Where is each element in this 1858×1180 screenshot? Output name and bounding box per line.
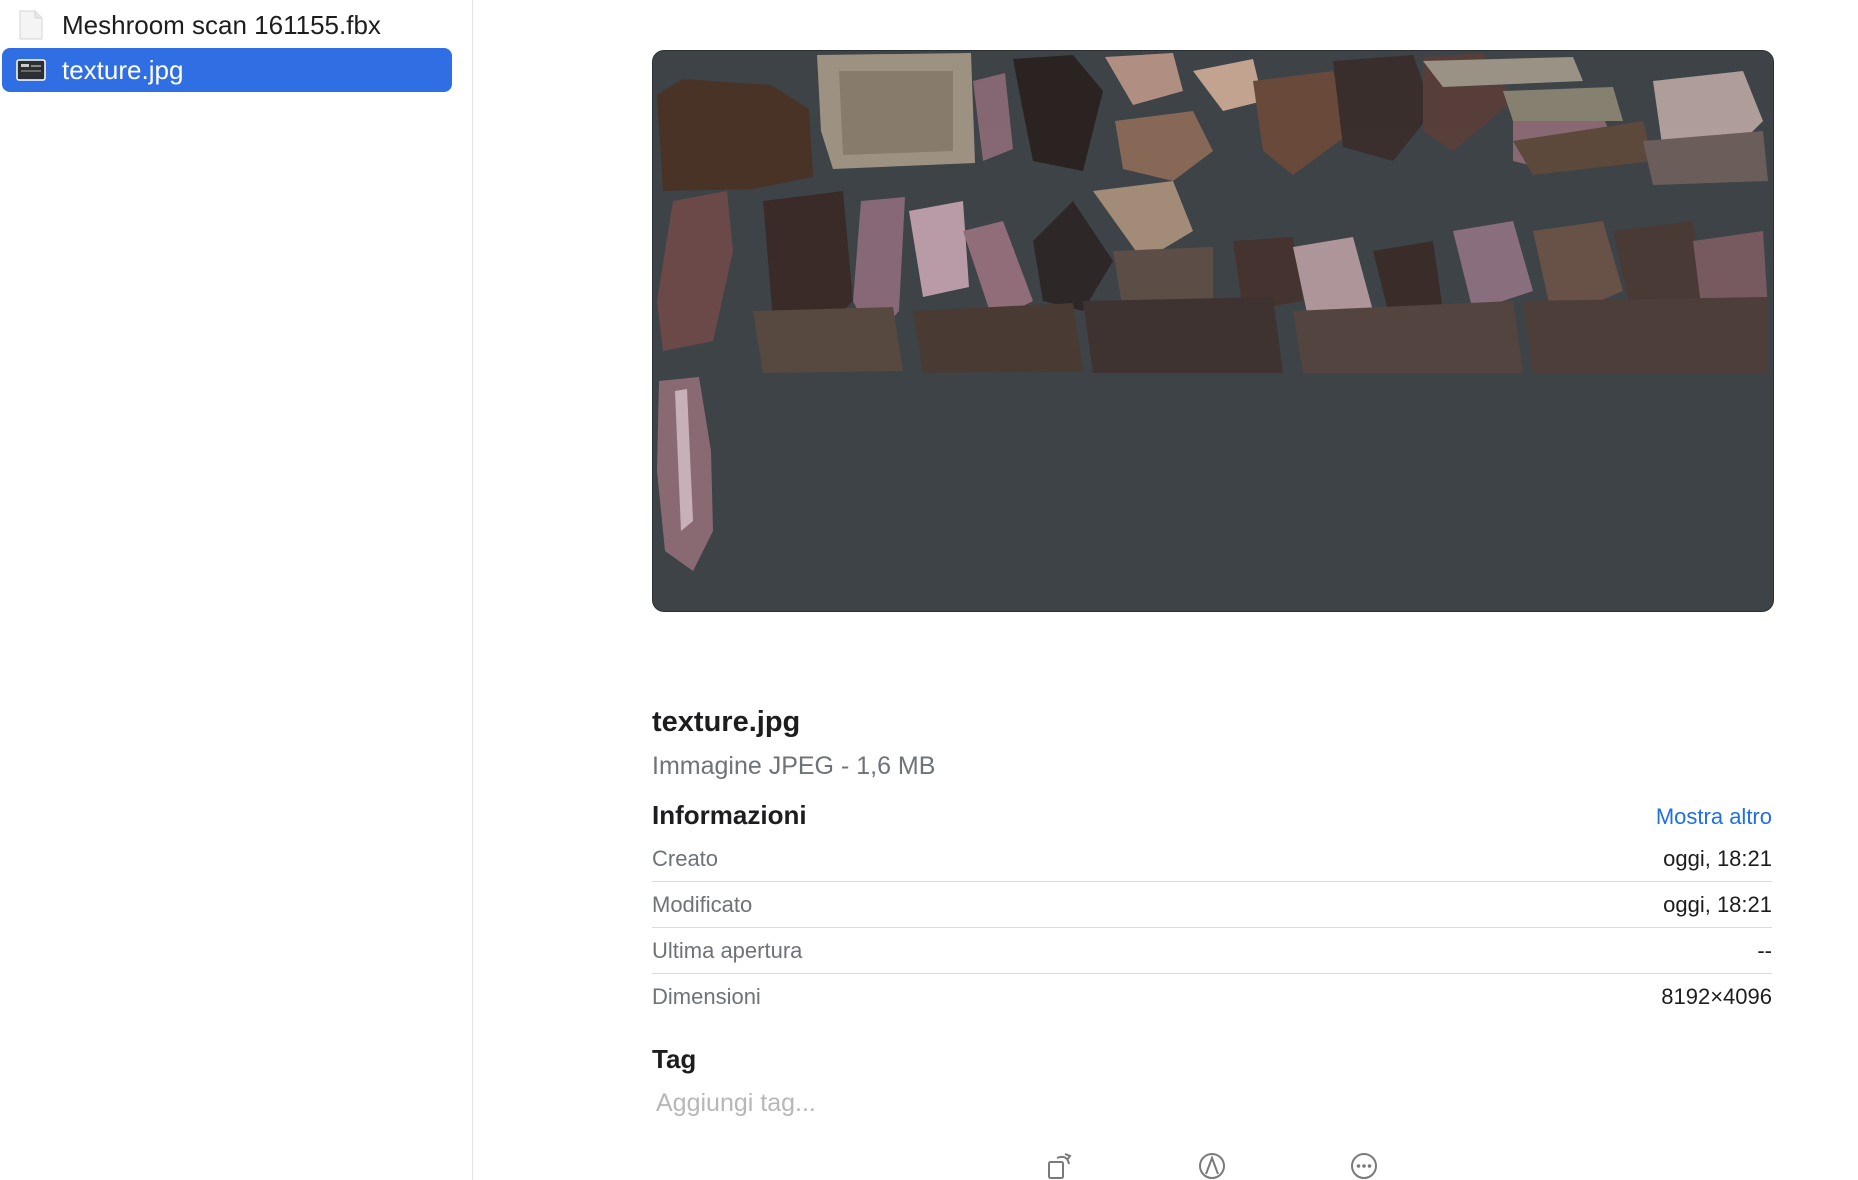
info-value: oggi, 18:21 (1663, 845, 1772, 871)
rotate-button[interactable] (1040, 1150, 1080, 1180)
file-name: texture.jpg (62, 54, 184, 85)
file-row-texture[interactable]: texture.jpg (2, 48, 452, 92)
file-row-fbx[interactable]: Meshroom scan 161155.fbx (2, 3, 452, 47)
tag-section-title: Tag (652, 1044, 697, 1074)
file-kind-size: Immagine JPEG - 1,6 MB (652, 752, 936, 780)
file-name: Meshroom scan 161155.fbx (62, 9, 381, 40)
texture-atlas-image (653, 51, 1773, 611)
image-file-icon (16, 55, 46, 85)
info-row-created: Creato oggi, 18:21 (652, 836, 1772, 882)
more-button[interactable] (1344, 1150, 1384, 1180)
info-key: Creato (652, 845, 719, 871)
file-title: texture.jpg (652, 706, 801, 738)
info-key: Modificato (652, 891, 753, 917)
finder-window: Meshroom scan 161155.fbx texture.jpg tex… (0, 0, 1858, 1180)
info-table: Creato oggi, 18:21 Modificato oggi, 18:2… (652, 836, 1772, 1019)
info-value: 8192×4096 (1661, 983, 1772, 1009)
file-column: Meshroom scan 161155.fbx texture.jpg (0, 0, 473, 1180)
add-tag-input[interactable] (652, 1086, 1160, 1120)
info-key: Ultima apertura (652, 937, 803, 963)
quick-actions (1040, 1150, 1440, 1180)
image-preview (652, 50, 1774, 612)
more-icon (1349, 1150, 1379, 1180)
info-row-last-opened: Ultima apertura -- (652, 928, 1772, 974)
info-key: Dimensioni (652, 983, 761, 1009)
info-section-header: Informazioni Mostra altro (652, 800, 1772, 831)
info-section-title: Informazioni (652, 800, 807, 830)
document-icon (16, 10, 46, 40)
info-row-dimensions: Dimensioni 8192×4096 (652, 974, 1772, 1019)
markup-icon (1197, 1150, 1227, 1180)
rotate-icon (1045, 1150, 1075, 1180)
info-row-modified: Modificato oggi, 18:21 (652, 882, 1772, 928)
show-more-link[interactable]: Mostra altro (1656, 804, 1772, 830)
info-value: oggi, 18:21 (1663, 891, 1772, 917)
info-value: -- (1757, 937, 1772, 963)
markup-button[interactable] (1192, 1150, 1232, 1180)
